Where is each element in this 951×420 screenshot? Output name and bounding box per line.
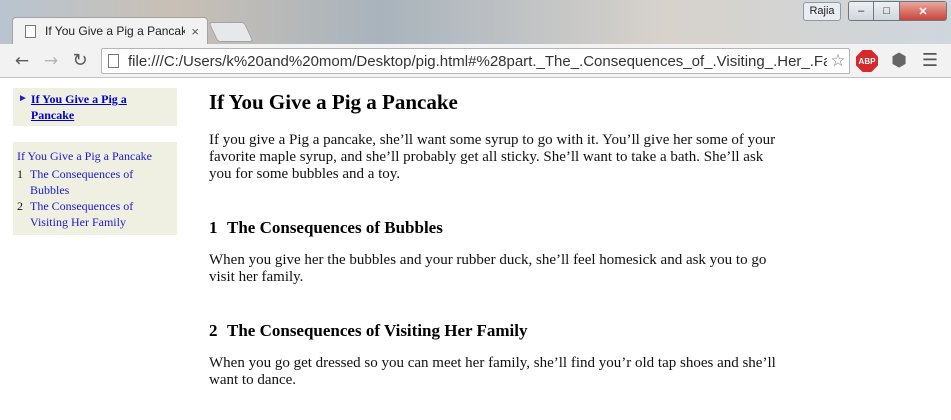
- section-heading: 2 The Consequences of Visiting Her Family: [209, 320, 779, 342]
- page-content: ► If You Give a Pig a Pancake If You Giv…: [0, 79, 951, 420]
- tab-close-icon[interactable]: ×: [191, 24, 199, 39]
- toc-item-number: 2: [17, 199, 23, 213]
- url-text[interactable]: file:///C:/Users/k%20and%20mom/Desktop/p…: [128, 53, 827, 70]
- reload-icon[interactable]: ↻: [69, 50, 91, 72]
- address-bar[interactable]: file:///C:/Users/k%20and%20mom/Desktop/p…: [101, 48, 850, 74]
- bookmark-star-icon[interactable]: ☆: [827, 51, 849, 71]
- forward-arrow-icon[interactable]: →: [40, 50, 62, 72]
- section-title: The Consequences of Visiting Her Family: [227, 321, 528, 340]
- section-number: 1: [209, 218, 218, 237]
- page-title: If You Give a Pig a Pancake: [209, 90, 458, 114]
- close-window-button[interactable]: ✕: [899, 2, 946, 20]
- section-paragraph: When you go get dressed so you can meet …: [209, 355, 776, 388]
- toc-current-link[interactable]: If You Give a Pig a Pancake: [31, 92, 127, 122]
- tab-title: If You Give a Pig a Pancake: [45, 24, 186, 38]
- page-icon: [25, 24, 36, 38]
- profile-button[interactable]: Rajia: [803, 2, 841, 21]
- toc-item-link[interactable]: The Consequences of Visiting Her Family: [30, 198, 173, 230]
- minimize-button[interactable]: –: [849, 2, 875, 20]
- back-arrow-icon[interactable]: ←: [11, 50, 33, 72]
- toc-current-box: ► If You Give a Pig a Pancake: [13, 88, 177, 126]
- window-titlebar: If You Give a Pig a Pancake × Rajia – □ …: [0, 0, 951, 44]
- extension-cube-icon[interactable]: ⬢: [888, 50, 910, 72]
- toc-box: If You Give a Pig a Pancake 1 The Conseq…: [13, 142, 177, 235]
- section-title: The Consequences of Bubbles: [227, 218, 443, 237]
- toc-item[interactable]: 1 The Consequences of Bubbles: [17, 166, 173, 198]
- page-icon: [108, 54, 119, 68]
- toc-item-link[interactable]: The Consequences of Bubbles: [30, 166, 173, 198]
- section-heading: 1 The Consequences of Bubbles: [209, 217, 779, 239]
- triangle-right-icon: ►: [18, 93, 28, 104]
- new-tab-button[interactable]: [208, 22, 254, 42]
- hamburger-menu-icon[interactable]: ☰: [920, 50, 940, 72]
- toc-top-link[interactable]: If You Give a Pig a Pancake: [17, 148, 173, 164]
- section-number: 2: [209, 321, 218, 340]
- toc-item-number: 1: [17, 167, 23, 181]
- browser-tab[interactable]: If You Give a Pig a Pancake ×: [12, 17, 208, 44]
- window-controls: – □ ✕: [848, 1, 947, 21]
- toc-item[interactable]: 2 The Consequences of Visiting Her Famil…: [17, 198, 173, 230]
- maximize-button[interactable]: □: [874, 2, 900, 20]
- browser-toolbar: ← → ↻ file:///C:/Users/k%20and%20mom/Des…: [0, 44, 951, 78]
- document-body: If You Give a Pig a Pancake If you give …: [209, 89, 779, 389]
- intro-paragraph: If you give a Pig a pancake, she’ll want…: [209, 132, 776, 182]
- section-paragraph: When you give her the bubbles and your r…: [209, 252, 767, 285]
